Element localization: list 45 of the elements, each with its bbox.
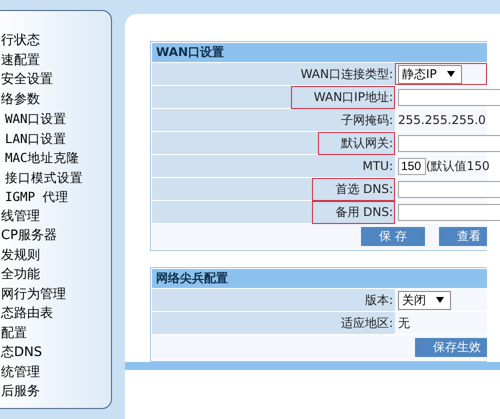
input-field[interactable]	[398, 134, 500, 152]
field-label: 首选 DNS:	[312, 178, 395, 200]
action-button[interactable]: 保 存	[361, 227, 425, 246]
menu-item[interactable]: 配置	[1, 324, 27, 343]
submenu-item[interactable]: IGMP 代理	[5, 187, 69, 206]
menu-item[interactable]: 线管理	[1, 206, 40, 226]
action-button[interactable]: 查看	[439, 227, 487, 246]
input-field[interactable]	[398, 88, 500, 106]
field-value: 255.255.255.0	[398, 113, 486, 127]
input-field[interactable]	[398, 180, 500, 198]
field-label: 备用 DNS:	[312, 200, 395, 224]
menu-item[interactable]: 网行为管理	[1, 284, 66, 304]
menu-item[interactable]: 速配置	[1, 50, 40, 70]
field-label: MTU:	[361, 158, 394, 175]
field-label: WAN口连接类型:	[300, 66, 394, 82]
menu-item[interactable]: 行状态	[1, 31, 40, 50]
field-label: 子网掩码:	[340, 112, 394, 128]
field-value: 无	[398, 314, 410, 332]
submenu-item[interactable]: MAC地址克隆	[5, 148, 80, 168]
field-label: WAN口IP地址:	[290, 86, 395, 108]
menu-item[interactable]: 态DNS	[1, 343, 42, 362]
menu-item[interactable]: 态路由表	[1, 304, 53, 324]
menu-item[interactable]: 络参数	[1, 90, 40, 109]
field-label: 默认网关:	[318, 132, 395, 154]
input-field[interactable]	[398, 204, 500, 220]
menu-item[interactable]: 发规则	[1, 246, 40, 265]
caret-icon	[436, 297, 444, 303]
menu-item[interactable]: 后服务	[1, 382, 40, 402]
caret-icon	[446, 71, 455, 77]
dropdown[interactable]: 静态IP	[398, 64, 462, 84]
hint-text: (默认值150	[426, 158, 490, 174]
dropdown[interactable]: 关闭	[398, 290, 451, 310]
field-label: 适应地区:	[340, 314, 394, 332]
section-title: WAN口设置	[152, 43, 487, 63]
action-button[interactable]: 保存生效	[415, 338, 487, 357]
menu-item[interactable]: CP服务器	[1, 226, 57, 246]
submenu-item[interactable]: LAN口设置	[5, 128, 67, 148]
section-title: 网络尖兵配置	[152, 269, 487, 289]
submenu-item[interactable]: WAN口设置	[5, 109, 67, 128]
menu-item[interactable]: 统管理	[1, 362, 40, 382]
input-field[interactable]: 150	[398, 158, 426, 174]
submenu-item[interactable]: 接口模式设置	[5, 168, 83, 187]
menu-item[interactable]: 全功能	[1, 265, 40, 284]
field-label: 版本:	[364, 292, 394, 308]
menu-item[interactable]: 安全设置	[1, 70, 53, 90]
